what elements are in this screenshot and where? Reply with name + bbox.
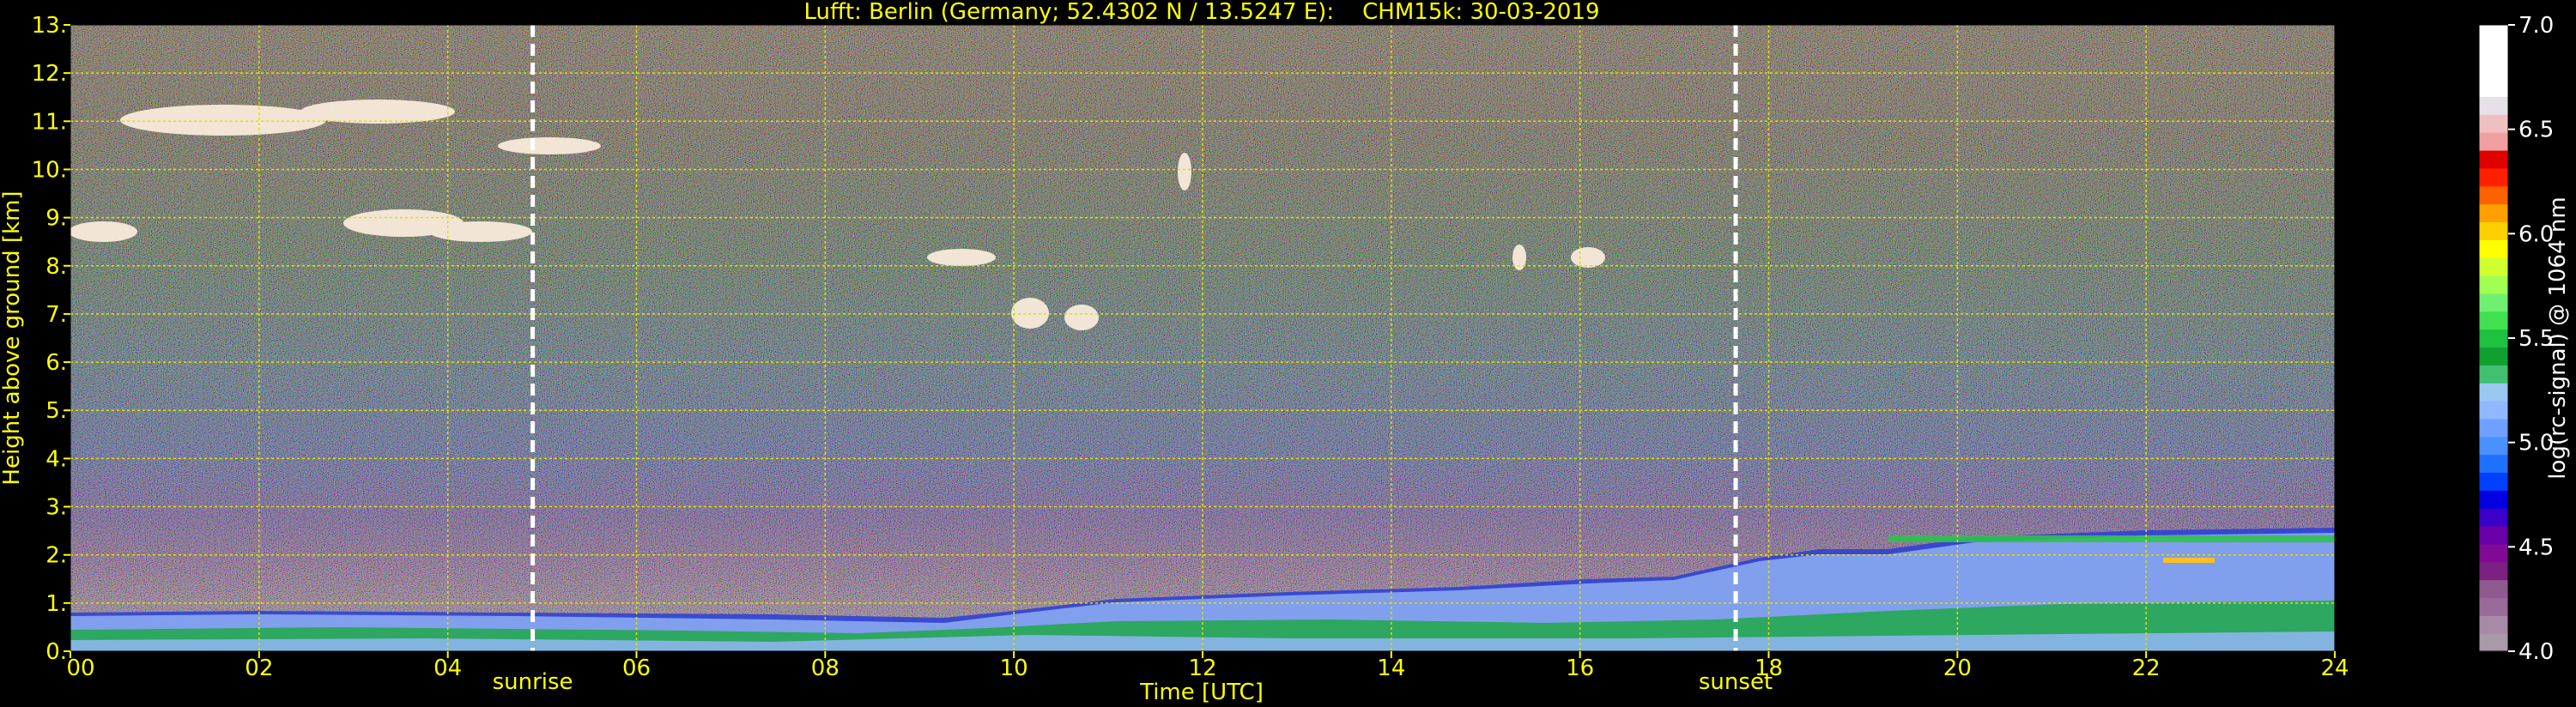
colorbar-segment bbox=[2479, 203, 2508, 223]
x-tick-label: 08 bbox=[811, 656, 839, 681]
colorbar-segment bbox=[2479, 167, 2508, 187]
colorbar-segment bbox=[2479, 633, 2508, 652]
y-tick-label: 12. bbox=[32, 61, 67, 87]
colorbar-segment bbox=[2479, 114, 2508, 133]
x-tick-label: 00 bbox=[66, 656, 94, 681]
colorbar-segment bbox=[2479, 490, 2508, 509]
colorbar-segment bbox=[2479, 526, 2508, 545]
x-axis-label: Time [UTC] bbox=[1139, 680, 1264, 705]
colorbar-segment bbox=[2479, 293, 2508, 312]
colorbar-segment bbox=[2479, 597, 2508, 616]
colorbar-label: log(rc-signal) @ 1064 nm bbox=[2545, 196, 2571, 479]
colorbar-segment bbox=[2479, 401, 2508, 420]
colorbar-segment bbox=[2479, 25, 2508, 44]
colorbar-tick-label: 4.0 bbox=[2518, 639, 2554, 665]
sunrise-label: sunrise bbox=[493, 669, 573, 695]
y-tick-label: 8. bbox=[45, 254, 67, 280]
y-tick-label: 2. bbox=[45, 543, 67, 569]
x-tick-label: 22 bbox=[2132, 656, 2161, 681]
colorbar-segment bbox=[2479, 561, 2508, 581]
colorbar-segment bbox=[2479, 221, 2508, 240]
colorbar-segment bbox=[2479, 454, 2508, 474]
colorbar-segment bbox=[2479, 579, 2508, 599]
colorbar-segment bbox=[2479, 311, 2508, 330]
colorbar-segment bbox=[2479, 508, 2508, 527]
colorbar-segment bbox=[2479, 383, 2508, 402]
x-tick-label: 10 bbox=[1000, 656, 1028, 681]
colorbar-segment bbox=[2479, 96, 2508, 115]
colorbar-segment bbox=[2479, 257, 2508, 276]
colorbar-segment bbox=[2479, 185, 2508, 205]
colorbar: 4.04.55.05.56.06.57.0 bbox=[2478, 13, 2554, 665]
colorbar-segment bbox=[2479, 239, 2508, 258]
y-axis-label: Height above ground [km] bbox=[0, 190, 25, 485]
chart-title: Lufft: Berlin (Germany; 52.4302 N / 13.5… bbox=[803, 0, 1599, 25]
x-tick-label: 14 bbox=[1377, 656, 1405, 681]
y-tick-label: 6. bbox=[45, 350, 67, 376]
colorbar-segment bbox=[2479, 418, 2508, 438]
x-axis: 00 02 04 06 08 10 12 14 16 18 20 22 24 bbox=[66, 651, 2349, 681]
ceilometer-figure: sunrise sunset 00 02 04 06 08 10 12 14 16 18 20 22 24… bbox=[0, 0, 2571, 705]
colorbar-segment bbox=[2479, 150, 2508, 169]
colorbar-segment bbox=[2479, 132, 2508, 151]
x-tick-label: 06 bbox=[622, 656, 651, 681]
y-tick-label: 0. bbox=[45, 639, 67, 665]
x-tick-label: 04 bbox=[433, 656, 462, 681]
plot-area bbox=[70, 25, 2335, 651]
colorbar-segment bbox=[2479, 347, 2508, 366]
x-tick-label: 02 bbox=[245, 656, 273, 681]
colorbar-segment bbox=[2479, 436, 2508, 456]
colorbar-segment bbox=[2479, 329, 2508, 348]
y-tick-label: 5. bbox=[45, 398, 67, 424]
colorbar-segment bbox=[2479, 275, 2508, 294]
y-axis: 0. 1. 2. 3. 4. 5. 6. 7. 8. 9. 10. 11. 12. 13. bbox=[32, 13, 70, 665]
colorbar-tick-label: 4.5 bbox=[2518, 535, 2554, 560]
colorbar-segment bbox=[2479, 60, 2508, 80]
colorbar-segment bbox=[2479, 365, 2508, 384]
y-tick-label: 11. bbox=[32, 109, 67, 135]
colorbar-segment bbox=[2479, 472, 2508, 491]
colorbar-segment bbox=[2479, 543, 2508, 563]
y-tick-label: 10. bbox=[32, 157, 67, 183]
colorbar-segment bbox=[2479, 42, 2508, 62]
x-tick-label: 16 bbox=[1566, 656, 1594, 681]
colorbar-segment bbox=[2479, 78, 2508, 98]
x-tick-label: 12 bbox=[1188, 656, 1216, 681]
y-tick-label: 3. bbox=[45, 495, 67, 521]
y-tick-label: 4. bbox=[45, 446, 67, 472]
colorbar-tick-label: 7.0 bbox=[2518, 13, 2554, 39]
colorbar-segment bbox=[2479, 615, 2508, 634]
colorbar-tick-label: 6.5 bbox=[2518, 118, 2554, 143]
y-tick-label: 9. bbox=[45, 206, 67, 232]
y-tick-label: 7. bbox=[45, 302, 67, 328]
x-tick-label: 18 bbox=[1755, 656, 1783, 681]
y-tick-label: 1. bbox=[45, 591, 67, 617]
y-tick-label: 13. bbox=[32, 13, 67, 39]
x-tick-label: 20 bbox=[1943, 656, 1972, 681]
x-tick-label: 24 bbox=[2320, 656, 2349, 681]
